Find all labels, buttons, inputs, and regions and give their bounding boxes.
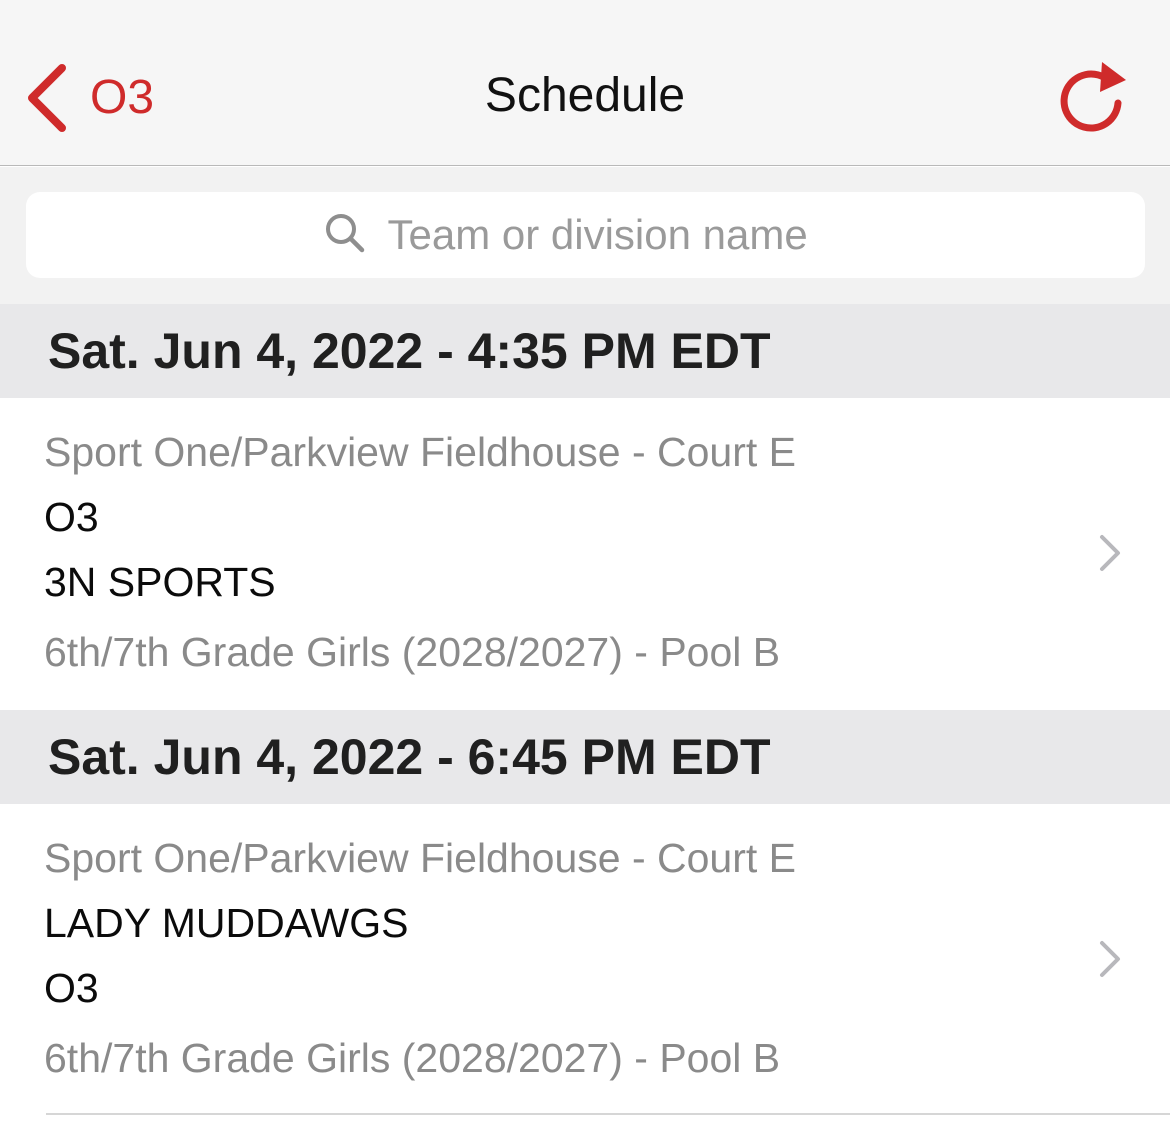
search-icon (324, 212, 366, 259)
refresh-icon (1058, 62, 1128, 138)
game-team-2: 3N SPORTS (44, 559, 276, 605)
game-location: Sport One/Parkview Fieldhouse - Court E (44, 835, 796, 881)
game-team-1: O3 (44, 494, 99, 540)
row-divider (46, 1113, 1170, 1115)
refresh-button[interactable] (1058, 58, 1128, 134)
search-box[interactable] (26, 192, 1145, 278)
game-datetime: Sat. Jun 4, 2022 - 4:35 PM EDT (48, 323, 771, 379)
game-row[interactable]: Sport One/Parkview Fieldhouse - Court E … (0, 804, 1170, 1116)
page-title: Schedule (484, 69, 686, 122)
game-datetime: Sat. Jun 4, 2022 - 6:45 PM EDT (48, 729, 771, 785)
search-input[interactable] (387, 211, 848, 259)
game-location: Sport One/Parkview Fieldhouse - Court E (44, 429, 796, 475)
game-division: 6th/7th Grade Girls (2028/2027) - Pool B (44, 629, 781, 675)
search-bar-container (0, 167, 1170, 304)
game-date-header: Sat. Jun 4, 2022 - 6:45 PM EDT (0, 710, 1170, 804)
chevron-right-icon (1096, 939, 1124, 979)
navigation-bar: O3 Schedule (0, 0, 1170, 166)
game-division: 6th/7th Grade Girls (2028/2027) - Pool B (44, 1035, 781, 1081)
chevron-right-icon (1096, 533, 1124, 573)
game-row[interactable]: Sport One/Parkview Fieldhouse - Court E … (0, 398, 1170, 710)
game-team-2: O3 (44, 965, 99, 1011)
game-date-header: Sat. Jun 4, 2022 - 4:35 PM EDT (0, 304, 1170, 398)
game-team-1: LADY MUDDAWGS (44, 900, 409, 946)
